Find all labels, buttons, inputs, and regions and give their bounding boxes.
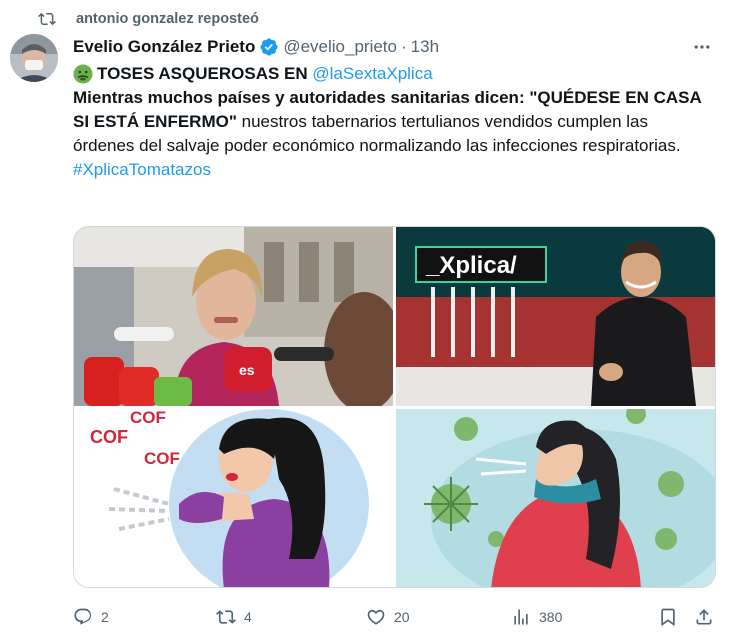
repost-label[interactable]: antonio gonzalez reposteó xyxy=(76,11,259,27)
avatar[interactable] xyxy=(10,34,58,82)
tweet-header: Evelio González Prieto @evelio_prieto · … xyxy=(73,36,718,58)
media-image-3[interactable]: COF COF COF xyxy=(74,409,393,587)
reply-count: 2 xyxy=(101,609,109,625)
media-image-4[interactable] xyxy=(396,409,715,587)
mic-label: es xyxy=(239,362,255,378)
bookmark-icon xyxy=(661,608,675,627)
more-icon xyxy=(694,45,710,49)
repost-icon xyxy=(38,12,56,26)
views-chart-icon xyxy=(514,609,528,625)
media-image-2[interactable]: _Xplica/ xyxy=(396,227,715,406)
more-options-button[interactable] xyxy=(688,36,716,58)
repost-count: 4 xyxy=(244,609,252,625)
author-name[interactable]: Evelio González Prieto xyxy=(73,37,255,57)
like-count: 20 xyxy=(394,609,410,625)
repost-action-icon xyxy=(216,610,236,624)
separator: · xyxy=(400,37,407,56)
reply-button[interactable]: 2 xyxy=(73,604,109,630)
xplica-logo: _Xplica/ xyxy=(425,252,517,279)
share-icon xyxy=(696,609,712,625)
cof-label-3: COF xyxy=(144,449,180,468)
repost-header: antonio gonzalez reposteó xyxy=(38,8,259,30)
views-count: 380 xyxy=(539,609,563,625)
verified-badge-icon xyxy=(260,38,278,56)
repost-button[interactable]: 4 xyxy=(216,604,252,630)
bookmark-button[interactable] xyxy=(658,604,678,630)
nauseated-face-icon xyxy=(73,64,93,84)
reply-icon xyxy=(74,608,92,625)
hashtag-link[interactable]: #XplicaTomatazos xyxy=(73,160,211,179)
action-bar: 2 4 20 380 xyxy=(73,604,718,630)
media-grid: es _Xplica/ COF COF COF xyxy=(73,226,716,588)
like-button[interactable]: 20 xyxy=(366,604,410,630)
mention-link[interactable]: @laSexta​Xplica xyxy=(312,62,432,86)
headline: TOSES ASQUEROSAS EN xyxy=(97,64,308,83)
views-button[interactable]: 380 xyxy=(511,604,562,630)
cof-label-2: COF xyxy=(130,409,166,427)
media-image-1[interactable]: es xyxy=(74,227,393,406)
cof-label-1: COF xyxy=(90,427,128,447)
heart-icon xyxy=(367,609,385,625)
timestamp[interactable]: 13h xyxy=(411,37,439,57)
share-button[interactable] xyxy=(694,604,714,630)
author-handle[interactable]: @evelio_prieto xyxy=(283,37,397,57)
tweet-text: TOSES ASQUEROSAS EN @laSexta​Xplica Mien… xyxy=(73,62,713,182)
